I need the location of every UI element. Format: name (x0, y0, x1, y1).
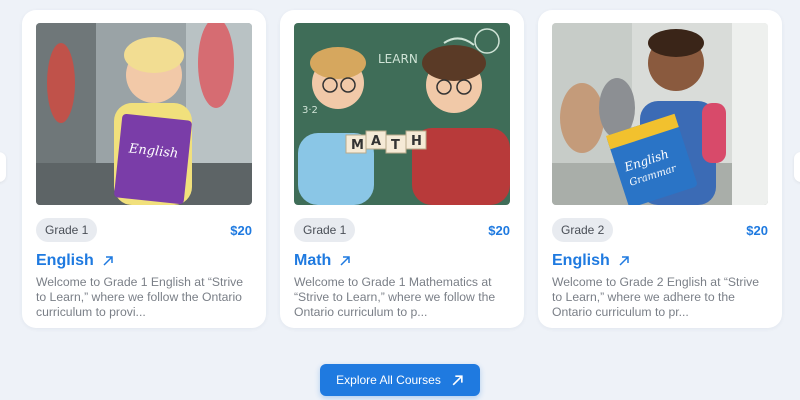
course-title-link[interactable]: English (552, 252, 768, 270)
course-image[interactable]: English (36, 23, 252, 205)
svg-text:LEARN: LEARN (378, 52, 418, 66)
arrow-up-right-icon (452, 374, 463, 385)
explore-button-label: Explore All Courses (336, 373, 441, 387)
svg-text:T: T (391, 138, 400, 153)
course-price: $20 (746, 222, 768, 238)
course-card[interactable]: English Grade 1 $20 English Welcome to G… (22, 10, 266, 328)
svg-text:A: A (371, 134, 381, 149)
course-description: Welcome to Grade 1 Mathematics at “Striv… (294, 275, 496, 319)
student-with-english-book-photo: English (36, 23, 252, 205)
course-meta: Grade 2 $20 (552, 218, 768, 242)
carousel-next-button[interactable] (794, 152, 800, 182)
course-image[interactable]: English Grammar (552, 23, 768, 205)
course-title[interactable]: English (552, 252, 610, 270)
course-card[interactable]: LEARN 3·2 M A T H Grade 1 $20 Math Welco… (280, 10, 524, 328)
students-with-math-blocks-photo: LEARN 3·2 M A T H (294, 23, 510, 205)
grade-badge: Grade 2 (552, 218, 614, 242)
carousel-prev-button[interactable] (0, 152, 6, 182)
course-image[interactable]: LEARN 3·2 M A T H (294, 23, 510, 205)
svg-text:H: H (411, 134, 422, 149)
arrow-up-right-icon[interactable] (618, 255, 630, 267)
svg-text:3·2: 3·2 (302, 105, 318, 116)
course-price: $20 (230, 222, 252, 238)
course-title[interactable]: English (36, 252, 94, 270)
grade-badge: Grade 1 (294, 218, 356, 242)
grade-badge: Grade 1 (36, 218, 98, 242)
explore-all-courses-button[interactable]: Explore All Courses (320, 364, 480, 396)
course-title[interactable]: Math (294, 252, 331, 270)
course-description: Welcome to Grade 1 English at “Strive to… (36, 275, 244, 319)
course-cards: English Grade 1 $20 English Welcome to G… (22, 10, 782, 328)
arrow-up-right-icon[interactable] (339, 255, 351, 267)
student-with-english-grammar-book-photo: English Grammar (552, 23, 768, 205)
course-title-link[interactable]: English (36, 252, 252, 270)
course-meta: Grade 1 $20 (294, 218, 510, 242)
course-meta: Grade 1 $20 (36, 218, 252, 242)
svg-text:M: M (351, 138, 364, 153)
course-card[interactable]: English Grammar Grade 2 $20 English Welc… (538, 10, 782, 328)
arrow-up-right-icon[interactable] (102, 255, 114, 267)
course-title-link[interactable]: Math (294, 252, 510, 270)
course-price: $20 (488, 222, 510, 238)
course-description: Welcome to Grade 2 English at “Strive to… (552, 275, 760, 319)
